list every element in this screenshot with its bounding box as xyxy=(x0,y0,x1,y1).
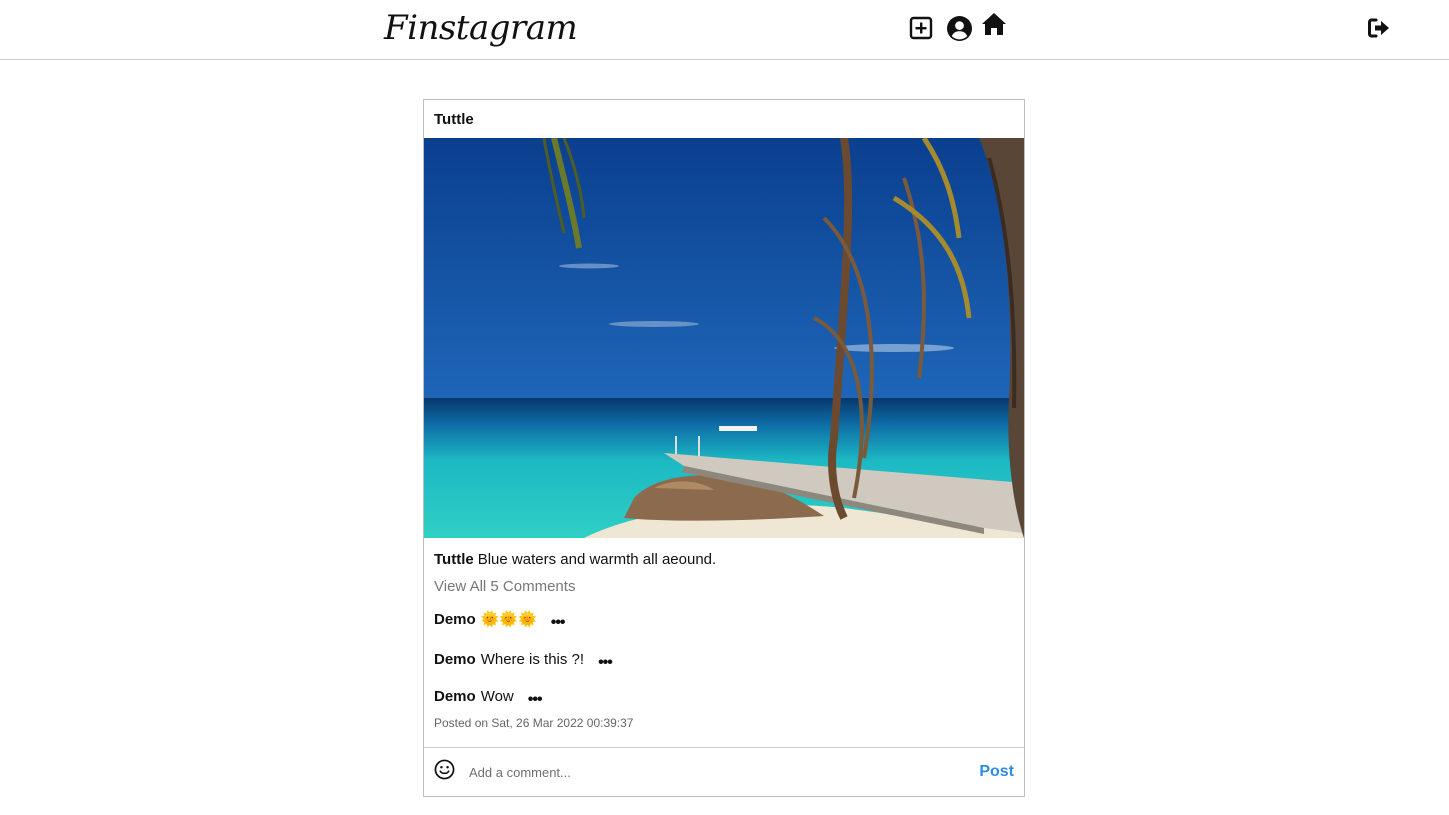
post-timestamp: Posted on Sat, 26 Mar 2022 00:39:37 xyxy=(434,716,634,730)
profile-icon[interactable] xyxy=(947,16,972,41)
comment-more-options-icon[interactable]: ••• xyxy=(528,690,543,710)
comment-username[interactable]: Demo xyxy=(434,687,476,707)
comment-more-options-icon[interactable]: ••• xyxy=(598,653,613,673)
finstagram-logo[interactable]: Finstagram xyxy=(384,2,578,54)
add-comment-bar: Post xyxy=(424,747,1024,796)
comment-text: 🌞🌞🌞 xyxy=(480,611,537,628)
caption-username[interactable]: Tuttle xyxy=(434,551,474,568)
comment-item: Demo Where is this ?! ••• xyxy=(434,650,1014,673)
comment-more-options-icon[interactable]: ••• xyxy=(551,613,566,633)
emoji-picker-icon[interactable] xyxy=(434,759,455,785)
comment-text: Wow xyxy=(480,688,514,705)
logout-icon[interactable] xyxy=(1368,18,1390,38)
post-body: Tuttle Blue waters and warmth all aeound.… xyxy=(424,538,1024,730)
comment-text: Where is this ?! xyxy=(480,651,585,668)
comment-item: Demo Wow ••• xyxy=(434,687,1014,710)
comment-username[interactable]: Demo xyxy=(434,610,476,630)
post-image[interactable] xyxy=(424,138,1024,538)
post-card: Tuttle Tuttle Blue waters and warmth all… xyxy=(423,99,1025,797)
add-post-icon[interactable] xyxy=(909,16,933,40)
comment-item: Demo 🌞🌞🌞 ••• xyxy=(434,610,1014,633)
post-caption: Tuttle Blue waters and warmth all aeound. xyxy=(434,550,1014,570)
home-icon[interactable] xyxy=(982,13,1006,35)
caption-text: Blue waters and warmth all aeound. xyxy=(477,551,717,568)
post-author[interactable]: Tuttle xyxy=(424,100,1024,138)
top-navbar: Finstagram xyxy=(0,0,1449,60)
comment-username[interactable]: Demo xyxy=(434,650,476,670)
view-all-comments-link[interactable]: View All 5 Comments xyxy=(434,577,1014,597)
comment-input[interactable] xyxy=(469,764,949,780)
post-comment-button[interactable]: Post xyxy=(979,763,1014,781)
